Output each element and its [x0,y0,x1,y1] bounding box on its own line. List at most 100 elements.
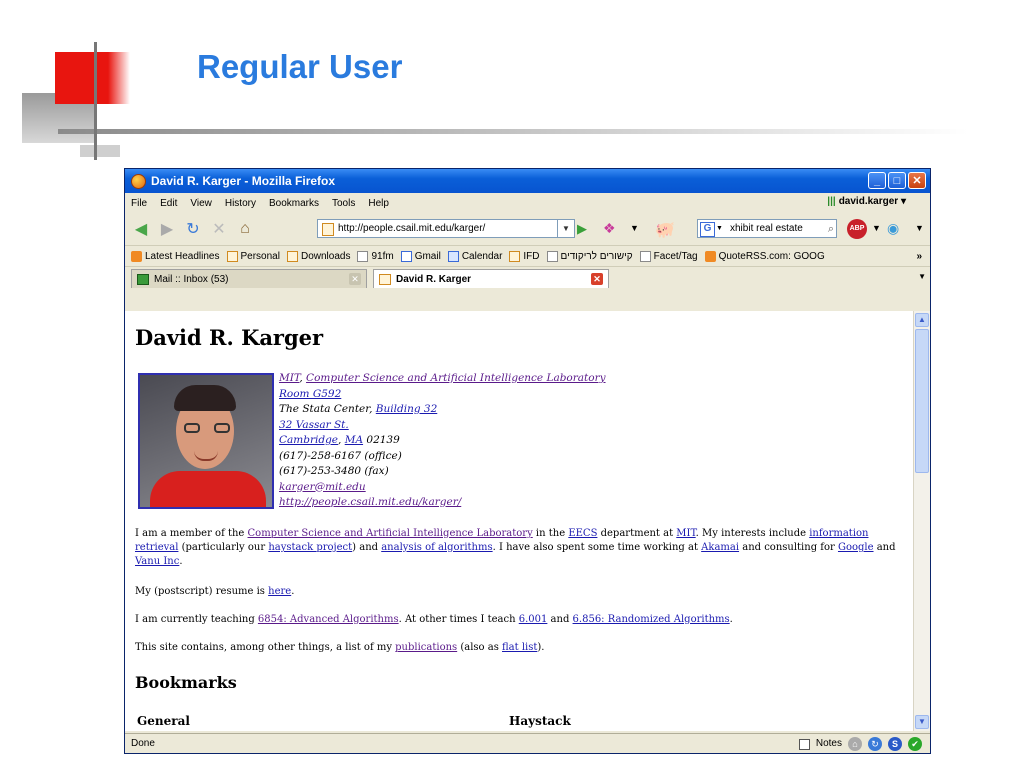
menu-file[interactable]: File [131,198,147,209]
google-link[interactable]: Google [838,542,874,553]
bookmark-downloads[interactable]: Downloads [286,250,351,262]
haystack-project-link[interactable]: haystack project [268,542,352,553]
menu-help[interactable]: Help [368,198,389,209]
bookmark-calendar[interactable]: Calendar [447,250,502,262]
text: in the [532,528,569,539]
piggy-bank-icon[interactable]: 🐖 [655,220,675,240]
mit-link[interactable]: MIT [279,372,299,384]
analysis-of-algorithms-link[interactable]: analysis of algorithms [381,542,492,553]
adblock-dropdown-icon[interactable]: ▼ [872,223,881,233]
vanu-link[interactable]: Vanu Inc [135,556,179,567]
bookmark-latest-headlines[interactable]: Latest Headlines [131,250,220,262]
teaching-paragraph: I am currently teaching 6854: Advanced A… [135,613,905,627]
back-arrow-icon[interactable]: ◀ [131,219,151,239]
notes-label[interactable]: Notes [816,734,842,754]
rss-icon [131,250,142,262]
tab-list-dropdown-icon[interactable]: ▼ [918,272,926,281]
menu-edit[interactable]: Edit [160,198,177,209]
notes-checkbox[interactable] [798,738,810,750]
adblock-icon[interactable]: ABP [847,219,867,239]
column-general-heading: General [137,714,190,728]
scroll-down-arrow-icon[interactable]: ▼ [915,715,929,729]
menu-history[interactable]: History [225,198,256,209]
menu-tools[interactable]: Tools [332,198,355,209]
text: ) and [352,542,382,553]
bookmark-dance-links[interactable]: קישורים לריקודים [546,250,633,262]
forward-arrow-icon[interactable]: ▶ [157,219,177,239]
bookmark-label: Downloads [300,250,351,262]
course-6001-link[interactable]: 6.001 [519,614,548,625]
text: department at [597,528,677,539]
minimize-button[interactable]: _ [868,172,886,189]
slide-decoration-red-fade [108,52,130,104]
homepage-link[interactable]: http://people.csail.mit.edu/karger/ [279,496,461,508]
extension-dropdown-icon[interactable]: ▼ [630,223,639,233]
menu-bookmarks[interactable]: Bookmarks [269,198,319,209]
tab-label: David R. Karger [396,274,472,285]
page-icon [639,250,651,262]
publications-paragraph: This site contains, among other things, … [135,641,905,655]
close-tab-icon[interactable]: ✕ [349,273,361,285]
sync-icon[interactable]: ↻ [868,737,882,751]
search-engine-icon[interactable]: G [700,222,715,237]
scrollbar-thumb[interactable] [915,329,929,473]
fax-number: (617)-253-3480 (fax) [279,465,389,477]
reload-icon[interactable]: ↻ [183,219,203,239]
street-link[interactable]: 32 Vassar St. [279,419,349,431]
scroll-up-arrow-icon[interactable]: ▲ [915,313,929,327]
tab-mail-inbox[interactable]: Mail :: Inbox (53) ✕ [131,269,367,288]
search-engine-dropdown-icon[interactable]: ▼ [716,220,723,237]
csail-lab-link[interactable]: Computer Science and Artificial Intellig… [248,528,533,539]
eecs-link[interactable]: EECS [568,528,597,539]
course-6856-link[interactable]: 6.856: Randomized Algorithms [573,614,730,625]
vertical-scrollbar[interactable]: ▲ ▼ [913,311,930,731]
bookmark-91fm[interactable]: 91fm [357,250,394,262]
network-icon[interactable]: ⌂ [848,737,862,751]
slide-decoration-red-block [55,52,110,104]
zip-text: 02139 [363,434,400,446]
maximize-button[interactable]: □ [888,172,906,189]
akamai-link[interactable]: Akamai [701,542,739,553]
text: . My interests include [695,528,810,539]
bookmark-ifd[interactable]: IFD [509,250,540,262]
course-6854-link[interactable]: 6854: Advanced Algorithms [258,614,399,625]
home-icon[interactable]: ⌂ [235,219,255,239]
bookmark-facet-tag[interactable]: Facet/Tag [639,250,698,262]
skype-status-icon[interactable]: S [888,737,902,751]
building-link[interactable]: Building 32 [376,403,437,415]
page-icon [546,250,558,262]
city-link[interactable]: Cambridge [279,434,338,446]
email-link[interactable]: karger@mit.edu [279,481,366,493]
url-bar[interactable]: http://people.csail.mit.edu/karger/ ▼ [317,219,575,238]
window-titlebar[interactable]: David R. Karger - Mozilla Firefox _ □ ✕ [125,169,930,193]
bookmark-quoterss[interactable]: QuoteRSS.com: GOOG [704,250,825,262]
bookmarks-toolbar: Latest Headlines Personal Downloads 91fm… [125,245,930,266]
magnifier-icon[interactable]: ⌕ [828,221,834,238]
search-input[interactable]: G ▼ xhibit real estate ⌕ [697,219,837,238]
bookmarks-overflow-chevron-icon[interactable]: » [916,251,922,262]
go-button-icon[interactable]: ▶ [577,221,587,237]
close-window-button[interactable]: ✕ [908,172,926,189]
stop-icon[interactable]: ✕ [209,219,229,239]
bookmark-gmail[interactable]: Gmail [400,250,441,262]
extension-icon[interactable]: ❖ [603,220,616,237]
check-icon[interactable]: ✔ [908,737,922,751]
resume-link[interactable]: here [268,586,291,597]
skype-icon[interactable]: ◉ [887,220,899,237]
flat-list-link[interactable]: flat list [502,642,537,653]
publications-link[interactable]: publications [395,642,457,653]
url-dropdown-icon[interactable]: ▼ [557,220,574,237]
skype-dropdown-icon[interactable]: ▼ [915,223,924,233]
intro-paragraph: I am a member of the Computer Science an… [135,527,905,569]
user-account-menu[interactable]: ||| david.karger ▾ [827,196,906,207]
tab-david-karger[interactable]: David R. Karger ✕ [373,269,609,288]
menu-view[interactable]: View [190,198,212,209]
room-link[interactable]: Room G592 [279,388,341,400]
bookmark-personal[interactable]: Personal [226,250,280,262]
csail-link[interactable]: Computer Science and Artificial Intellig… [306,372,605,384]
text: . [291,586,295,597]
mit-link-2[interactable]: MIT [676,528,695,539]
state-link[interactable]: MA [345,434,363,446]
close-tab-icon[interactable]: ✕ [591,273,603,285]
status-text: Done [131,738,155,749]
